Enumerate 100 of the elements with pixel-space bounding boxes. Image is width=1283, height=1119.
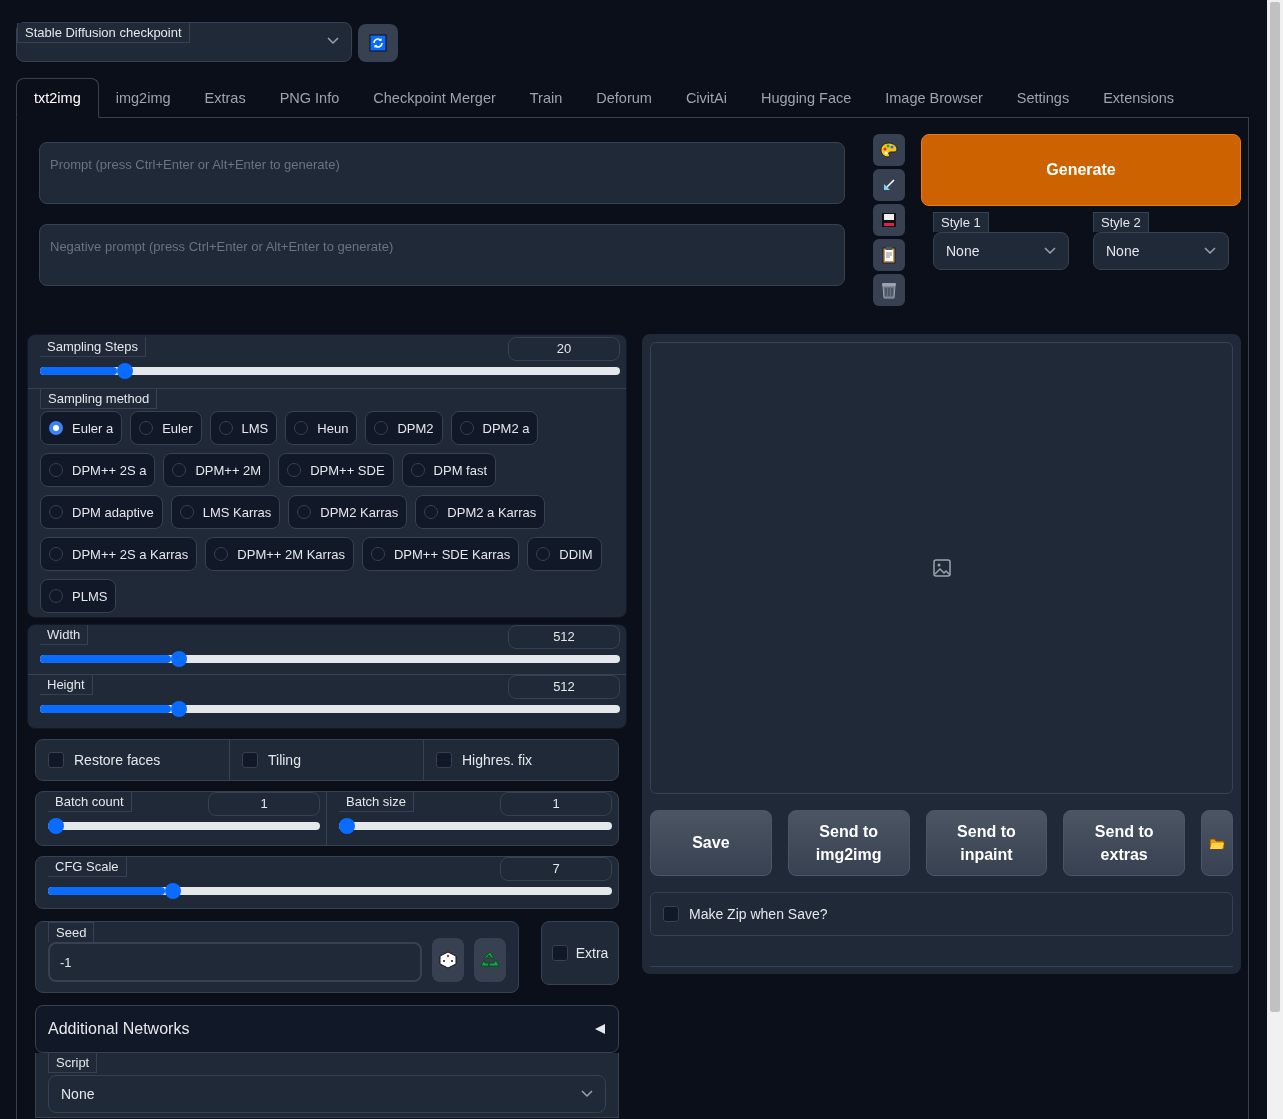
radio-button[interactable] — [49, 589, 63, 603]
slider[interactable] — [48, 818, 320, 834]
radio-button[interactable] — [49, 463, 63, 477]
slider[interactable] — [40, 651, 620, 667]
sampler-option[interactable]: DPM++ SDE — [278, 453, 394, 487]
slider[interactable] — [48, 883, 612, 899]
slider-label: Width — [40, 625, 89, 645]
radio-button[interactable] — [536, 547, 551, 561]
accordion-header[interactable]: Additional Networks — [35, 1005, 619, 1053]
tab[interactable]: CivitAi — [668, 78, 744, 118]
sampler-option[interactable]: DPM++ 2S a Karras — [40, 537, 198, 571]
number-field[interactable]: 1 — [500, 792, 612, 816]
trash-button[interactable] — [873, 274, 905, 306]
checkbox[interactable] — [242, 752, 258, 768]
tab[interactable]: Image Browser — [868, 78, 1000, 118]
number-field[interactable]: 7 — [500, 857, 612, 881]
sampler-option[interactable]: Euler a — [40, 411, 123, 445]
open-folder-button[interactable] — [1201, 810, 1233, 876]
number-field[interactable]: 512 — [508, 675, 620, 699]
radio-button[interactable] — [371, 547, 385, 561]
sampler-option[interactable]: DPM++ 2M — [163, 453, 271, 487]
radio-button[interactable] — [49, 421, 63, 435]
palette-button[interactable] — [873, 134, 905, 166]
radio-button[interactable] — [374, 421, 389, 435]
output-button[interactable]: Save — [650, 810, 772, 876]
radio-button[interactable] — [287, 463, 302, 477]
style-dropdown[interactable]: None — [933, 232, 1069, 270]
slider-thumb[interactable] — [170, 651, 187, 667]
style-label: Style 2 — [1093, 212, 1149, 232]
output-button[interactable]: Send to img2img — [787, 810, 910, 876]
slider[interactable] — [40, 701, 620, 717]
radio-button[interactable] — [139, 421, 154, 435]
checkbox[interactable] — [436, 752, 452, 768]
radio-button[interactable] — [172, 463, 187, 477]
tab[interactable]: Train — [512, 78, 580, 118]
radio-button[interactable] — [459, 421, 474, 435]
slider-thumb[interactable] — [165, 883, 182, 899]
tab[interactable]: img2img — [98, 78, 188, 118]
radio-button[interactable] — [218, 421, 233, 435]
tab[interactable]: Extras — [187, 78, 263, 118]
slider-thumb[interactable] — [339, 818, 355, 834]
slider-label: Height — [40, 675, 93, 695]
sampler-option[interactable]: LMS — [209, 411, 278, 445]
sampler-option[interactable]: DPM++ 2S a — [40, 453, 156, 487]
radio-button[interactable] — [424, 505, 439, 519]
number-field[interactable]: 20 — [508, 337, 620, 361]
sampler-option[interactable]: DPM2 — [365, 411, 443, 445]
number-field[interactable]: 512 — [508, 625, 620, 649]
script-dropdown[interactable]: None — [48, 1075, 606, 1113]
slider[interactable] — [339, 818, 612, 834]
sampler-option[interactable]: DPM++ SDE Karras — [362, 537, 520, 571]
sampler-option[interactable]: DPM2 a Karras — [415, 495, 546, 529]
slider-thumb[interactable] — [170, 701, 187, 717]
style-dropdown[interactable]: None — [1093, 232, 1229, 270]
generate-button[interactable]: Generate — [921, 134, 1241, 206]
arrow-button[interactable] — [873, 169, 905, 201]
tab[interactable]: Hugging Face — [744, 78, 869, 118]
scrollbar[interactable] — [1267, 0, 1283, 1119]
radio-button[interactable] — [410, 463, 425, 477]
tab[interactable]: Checkpoint Merger — [356, 78, 513, 118]
radio-button[interactable] — [49, 505, 63, 519]
radio-button[interactable] — [49, 547, 63, 561]
radio-button[interactable] — [294, 421, 309, 435]
slider[interactable] — [40, 363, 620, 379]
tab[interactable]: PNG Info — [262, 78, 357, 118]
checkpoint-dropdown[interactable]: Stable Diffusion checkpoint — [16, 22, 352, 62]
slider-thumb[interactable] — [117, 363, 134, 379]
seed-field[interactable]: -1 — [48, 942, 422, 982]
checkbox-label: Highres. fix — [462, 752, 533, 768]
output-button[interactable]: Send to extras — [1063, 810, 1186, 876]
checkbox[interactable] — [48, 752, 64, 768]
sampler-option[interactable]: DDIM — [527, 537, 602, 571]
tab[interactable]: txt2img — [16, 78, 99, 118]
tab[interactable]: Deforum — [579, 78, 669, 118]
number-field[interactable]: 1 — [208, 792, 320, 816]
sampler-option[interactable]: PLMS — [40, 579, 117, 613]
radio-button[interactable] — [297, 505, 312, 519]
output-button[interactable]: Send to inpaint — [925, 810, 1048, 876]
refresh-button[interactable] — [358, 24, 398, 62]
sampler-option[interactable]: LMS Karras — [170, 495, 281, 529]
reuse-seed-button[interactable] — [474, 938, 506, 982]
radio-button[interactable] — [214, 547, 229, 561]
slider-label: Batch size — [339, 792, 414, 812]
checkbox[interactable] — [551, 945, 568, 961]
sampler-option[interactable]: DPM++ 2M Karras — [205, 537, 354, 571]
checkbox[interactable] — [663, 906, 679, 922]
sampler-option[interactable]: DPM2 Karras — [288, 495, 408, 529]
paste-button[interactable] — [873, 239, 905, 271]
save-style-button[interactable] — [873, 204, 905, 236]
random-seed-button[interactable] — [432, 938, 464, 982]
sampler-option[interactable]: Heun — [285, 411, 358, 445]
sampler-option[interactable]: DPM2 a — [450, 411, 539, 445]
tab[interactable]: Extensions — [1086, 78, 1192, 118]
sampler-option[interactable]: DPM fast — [401, 453, 497, 487]
sampler-option[interactable]: Euler — [130, 411, 202, 445]
tab[interactable]: Settings — [999, 78, 1087, 118]
slider-thumb[interactable] — [48, 818, 64, 834]
radio-button[interactable] — [179, 505, 194, 519]
sampler-option[interactable]: DPM adaptive — [40, 495, 163, 529]
trash-icon — [881, 281, 897, 299]
